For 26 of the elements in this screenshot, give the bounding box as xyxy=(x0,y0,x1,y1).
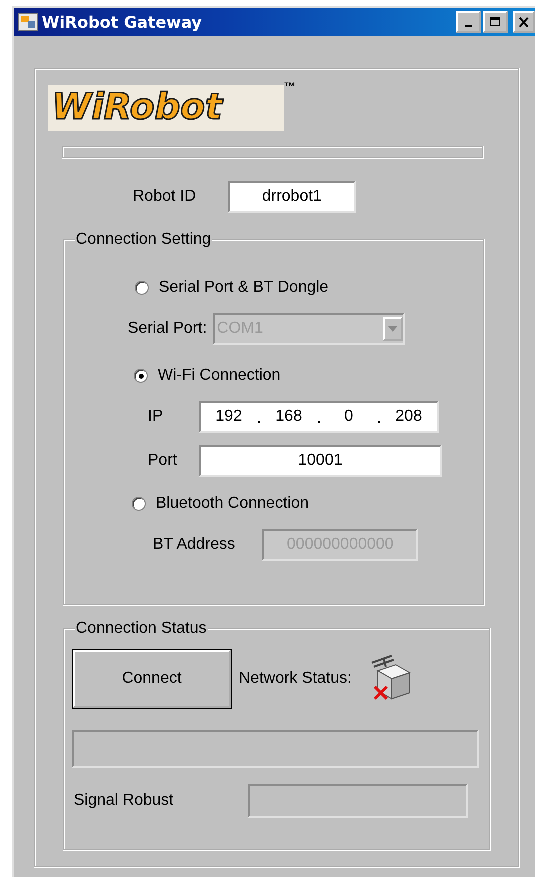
radio-button[interactable]: Bluetooth Connection xyxy=(132,493,483,515)
group-title: Connection Setting xyxy=(75,231,212,249)
radio-button[interactable]: Wi-Fi Connection xyxy=(134,365,483,387)
field-label: BT Address xyxy=(153,536,236,554)
group-title: Connection Status xyxy=(75,620,208,638)
connect-button[interactable]: Connect xyxy=(73,650,231,708)
trademark-mark: ™ xyxy=(284,81,296,93)
minimize-button[interactable] xyxy=(456,11,481,33)
minimize-icon xyxy=(465,25,472,27)
logo: WiRobot xyxy=(48,85,284,131)
window-title: WiRobot Gateway xyxy=(42,12,202,32)
ip-address-field[interactable]: 192 168 0 208 xyxy=(199,401,439,433)
radio-button[interactable]: Serial Port & BT Dongle xyxy=(135,277,483,299)
port-field[interactable]: 10001 xyxy=(199,445,442,477)
field-label: IP xyxy=(148,408,164,426)
signal-robust-label: Signal Robust xyxy=(74,792,174,810)
maximize-icon xyxy=(490,16,502,28)
field-label: Serial Port: xyxy=(128,320,208,338)
app-icon xyxy=(18,13,38,31)
network-status-label: Network Status: xyxy=(239,670,352,688)
maximize-button[interactable] xyxy=(483,11,508,33)
close-button[interactable] xyxy=(513,11,535,33)
robot-id-field[interactable]: drrobot1 xyxy=(228,181,356,213)
field-label: Port xyxy=(148,452,178,470)
close-icon xyxy=(518,16,530,28)
robot-id-label: Robot ID xyxy=(133,188,196,206)
